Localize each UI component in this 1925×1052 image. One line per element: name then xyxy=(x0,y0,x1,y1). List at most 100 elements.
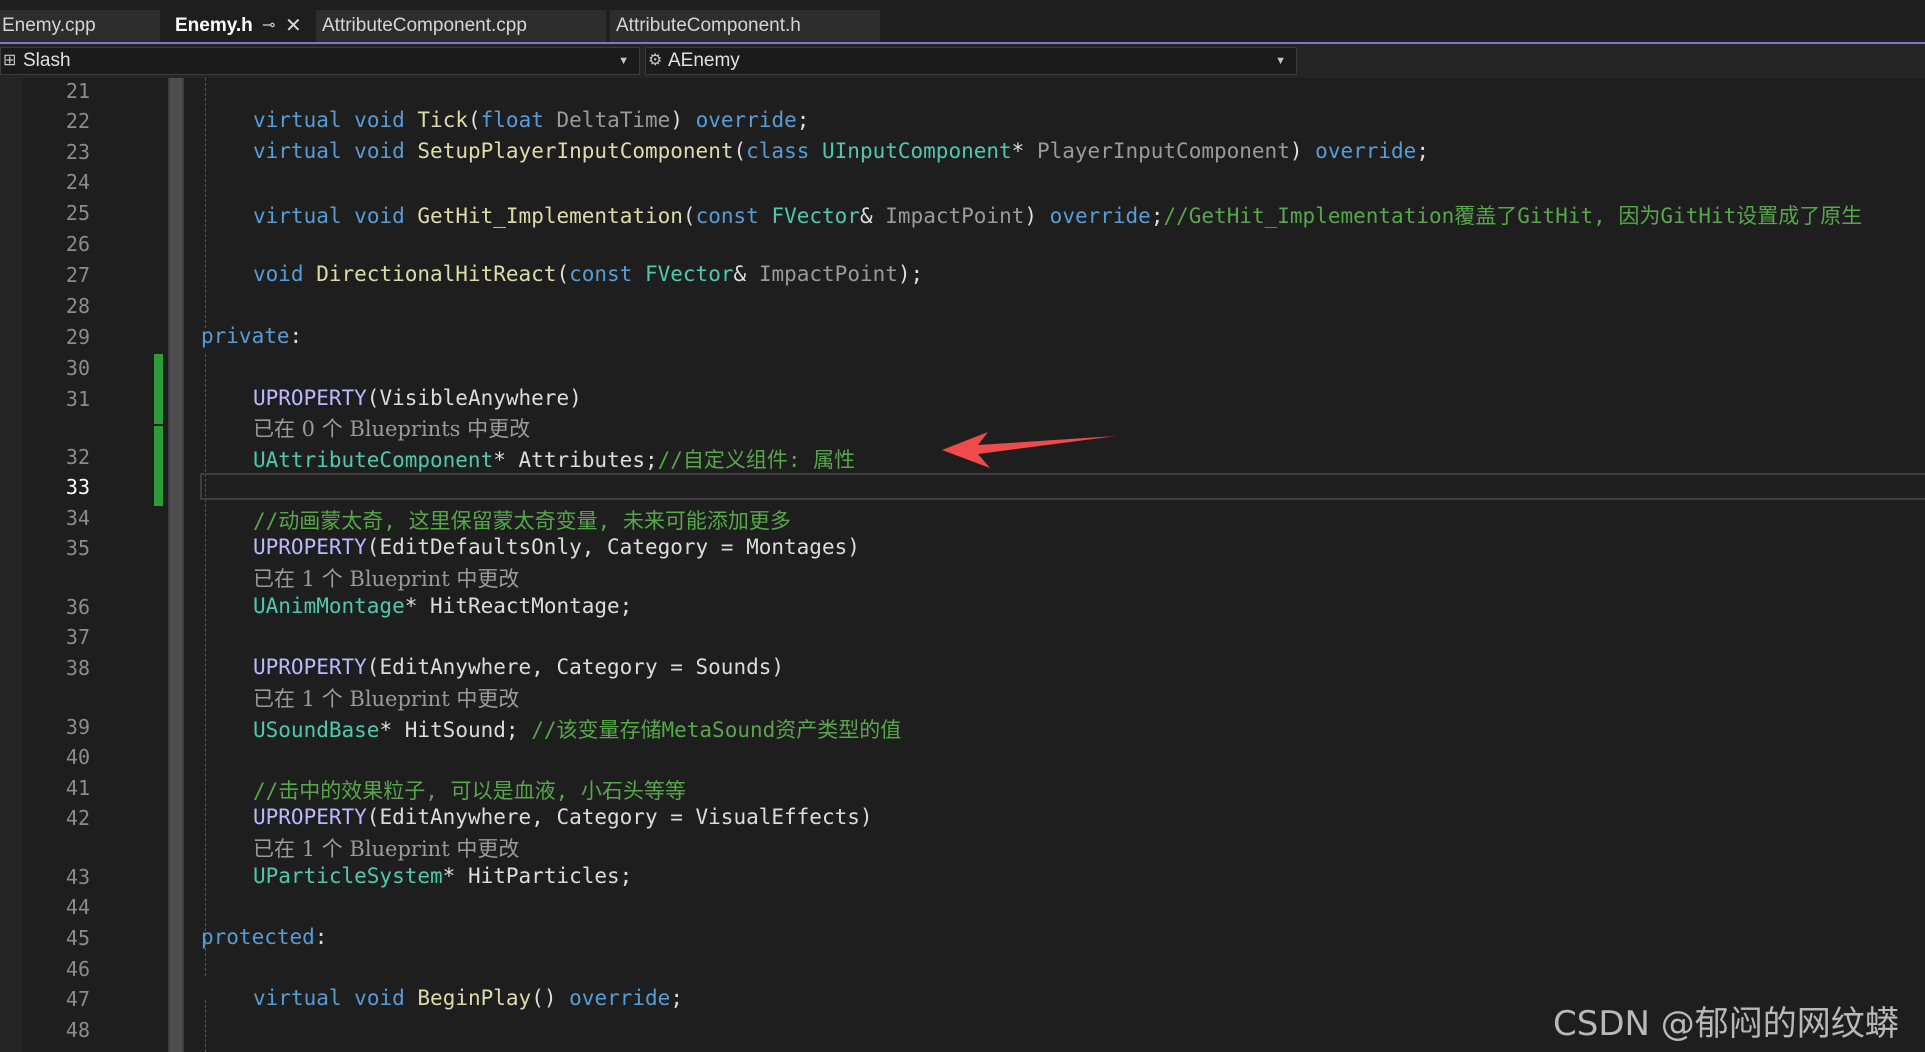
code-token: class xyxy=(746,139,810,163)
code-token: virtual xyxy=(253,204,342,228)
code-token: * xyxy=(493,448,506,472)
code-token: UPROPERTY xyxy=(253,535,367,559)
code-token: ); xyxy=(897,262,924,286)
code-token: ImpactPoint xyxy=(758,262,898,286)
code-token: protected xyxy=(201,925,315,949)
line-number: 48 xyxy=(65,1018,90,1042)
line-number: 26 xyxy=(65,232,90,256)
blueprint-usage-hint[interactable]: 已在 1 个 Blueprint 中更改 xyxy=(253,833,519,863)
line-number: 37 xyxy=(65,625,90,649)
code-line: virtual void SetupPlayerInputComponent(c… xyxy=(253,139,1429,163)
code-token: override xyxy=(569,986,671,1010)
line-number: 22 xyxy=(65,109,90,133)
indent-guide xyxy=(205,78,206,328)
line-number: 42 xyxy=(65,806,90,830)
code-token: * xyxy=(442,864,456,888)
change-indicator xyxy=(154,354,163,424)
code-token: (EditAnywhere, Category = VisualEffects) xyxy=(366,805,873,829)
tab-enemy-cpp[interactable]: Enemy.cpp xyxy=(0,10,160,44)
line-number: 35 xyxy=(65,536,90,560)
code-token: SetupPlayerInputComponent xyxy=(417,139,734,163)
code-token: float xyxy=(480,108,544,132)
code-token: HitReactMontage; xyxy=(430,594,633,618)
close-icon[interactable]: ✕ xyxy=(285,10,302,42)
code-token: private xyxy=(201,324,290,348)
navigation-bar: ⊞ Slash ▼ ⚙ AEnemy ▼ xyxy=(0,44,1925,79)
line-number-current: 33 xyxy=(65,475,90,499)
code-token: * xyxy=(379,718,393,742)
project-name: Slash xyxy=(23,50,71,71)
code-token: & xyxy=(733,262,747,286)
code-token: * xyxy=(1011,139,1025,163)
line-number: 32 xyxy=(65,445,90,469)
code-token: void xyxy=(354,986,405,1010)
code-token: virtual xyxy=(253,108,342,132)
code-line: UPROPERTY(EditAnywhere, Category = Visua… xyxy=(253,805,873,829)
blueprint-usage-hint[interactable]: 已在 1 个 Blueprint 中更改 xyxy=(253,683,519,713)
code-line: virtual void BeginPlay() override; xyxy=(253,986,683,1010)
code-token: ) xyxy=(1024,204,1038,228)
code-token: ; xyxy=(670,986,683,1010)
scope-dropdown[interactable]: ⚙ AEnemy ▼ xyxy=(645,47,1297,75)
chevron-down-icon[interactable]: ▼ xyxy=(618,48,629,74)
code-token: FVector xyxy=(771,204,860,228)
code-comment: //自定义组件: 属性 xyxy=(657,448,856,472)
code-token: virtual xyxy=(253,986,342,1010)
chevron-down-icon[interactable]: ▼ xyxy=(1275,48,1286,74)
pin-icon[interactable]: ⊸ xyxy=(262,10,275,42)
code-comment: //动画蒙太奇, 这里保留蒙太奇变量, 未来可能添加更多 xyxy=(253,509,791,533)
code-line: UPROPERTY(VisibleAnywhere) xyxy=(253,386,582,410)
line-number: 36 xyxy=(65,595,90,619)
code-token: override xyxy=(1315,139,1417,163)
code-line: //动画蒙太奇, 这里保留蒙太奇变量, 未来可能添加更多 xyxy=(253,505,791,535)
code-line: UParticleSystem* HitParticles; xyxy=(253,864,632,888)
tab-label: AttributeComponent.cpp xyxy=(322,15,527,36)
code-token: HitSound; xyxy=(404,718,519,742)
line-number: 30 xyxy=(65,356,90,380)
code-token: void xyxy=(253,262,304,286)
code-token: UParticleSystem xyxy=(253,864,443,888)
line-number: 45 xyxy=(65,926,90,950)
tab-attributecomponent-cpp[interactable]: AttributeComponent.cpp xyxy=(316,10,606,44)
blueprint-usage-hint[interactable]: 已在 0 个 Blueprints 中更改 xyxy=(253,413,530,443)
code-token: UPROPERTY xyxy=(253,805,367,829)
code-editor[interactable]: 21 22 23 24 25 26 27 28 29 30 31 32 33 3… xyxy=(0,78,1925,1052)
line-number: 34 xyxy=(65,506,90,530)
code-token: UInputComponent xyxy=(822,139,1012,163)
code-comment: //该变量存储MetaSound资产类型的值 xyxy=(531,718,902,742)
code-token: UAttributeComponent xyxy=(253,448,494,472)
tab-label: AttributeComponent.h xyxy=(616,15,801,36)
tab-enemy-h[interactable]: Enemy.h ⊸ ✕ xyxy=(163,10,313,44)
code-token: void xyxy=(354,108,405,132)
line-number: 47 xyxy=(65,987,90,1011)
tab-attributecomponent-h[interactable]: AttributeComponent.h xyxy=(610,10,880,44)
code-line: UPROPERTY(EditDefaultsOnly, Category = M… xyxy=(253,535,860,559)
line-number: 38 xyxy=(65,656,90,680)
tab-bar: Enemy.cpp Enemy.h ⊸ ✕ AttributeComponent… xyxy=(0,0,1925,44)
code-token: (VisibleAnywhere) xyxy=(366,386,582,410)
code-token: void xyxy=(354,139,405,163)
line-number: 25 xyxy=(65,201,90,225)
code-line: UPROPERTY(EditAnywhere, Category = Sound… xyxy=(253,655,784,679)
code-token: (EditAnywhere, Category = Sounds) xyxy=(366,655,785,679)
indent-guide xyxy=(205,354,206,976)
code-token: BeginPlay xyxy=(417,986,532,1010)
watermark: CSDN @郁闷的网纹蟒 xyxy=(1553,1004,1899,1044)
line-number: 23 xyxy=(65,140,90,164)
project-dropdown[interactable]: ⊞ Slash ▼ xyxy=(0,47,640,75)
code-line: protected: xyxy=(201,925,327,949)
code-token: override xyxy=(695,108,797,132)
line-number: 46 xyxy=(65,957,90,981)
code-token: USoundBase xyxy=(253,718,380,742)
blueprint-usage-hint[interactable]: 已在 1 个 Blueprint 中更改 xyxy=(253,563,519,593)
code-token: ( xyxy=(682,204,696,228)
indent-guide xyxy=(205,1000,206,1052)
line-number: 21 xyxy=(65,79,90,103)
scope-name: AEnemy xyxy=(668,50,740,71)
code-token: FVector xyxy=(644,262,734,286)
code-token: ; xyxy=(796,108,810,132)
line-number: 43 xyxy=(65,865,90,889)
code-token: GetHit_Implementation xyxy=(417,204,683,228)
code-token: & xyxy=(859,204,873,228)
code-token: (EditDefaultsOnly, Category = Montages) xyxy=(366,535,860,559)
